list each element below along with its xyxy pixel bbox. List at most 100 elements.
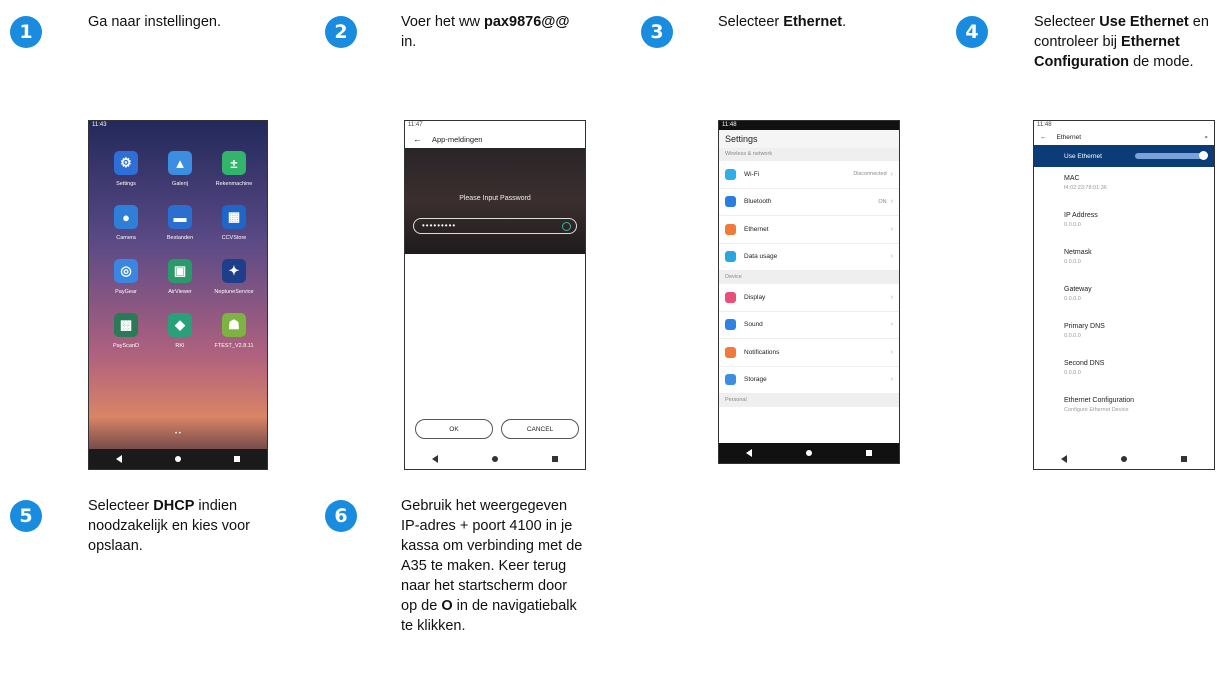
cancel-button[interactable]: CANCEL [501, 419, 579, 439]
use-ethernet-toggle-row[interactable]: Use Ethernet [1034, 145, 1214, 167]
ethernet-item-value: 0.0.0.0 [1064, 222, 1081, 228]
status-bar: 11:47 [405, 121, 585, 130]
home-nav-icon[interactable] [174, 456, 181, 462]
settings-item-wi-fi[interactable]: Wi-Fi Disconnected › [719, 161, 899, 189]
ethernet-item-value: 0.0.0.0 [1064, 370, 1081, 376]
settings-item-bluetooth[interactable]: Bluetooth ON › [719, 189, 899, 216]
ethernet-item-gateway[interactable]: Gateway 0.0.0.0 [1034, 278, 1214, 315]
settings-item-display[interactable]: Display › [719, 284, 899, 312]
home-nav-icon[interactable] [806, 450, 812, 456]
step-1-text: Ga naar instellingen. [88, 12, 288, 32]
chevron-right-icon: › [890, 376, 893, 384]
ethernet-item-label: IP Address [1064, 212, 1098, 219]
app-grid: ⚙ Settings ▲ Galerij ± Rekenmachine ● Camera ▬ Be… [99, 151, 261, 349]
app-label: Camera [116, 235, 136, 241]
back-nav-icon[interactable] [115, 455, 122, 463]
back-arrow-icon[interactable]: ← [1040, 134, 1047, 141]
paygear-icon: ◎ [114, 259, 138, 283]
navigation-bar [719, 443, 899, 463]
settings-item-storage[interactable]: Storage › [719, 367, 899, 394]
app-ftest-v2-8-11[interactable]: ☗ FTEST_V2.8.11 [207, 313, 261, 349]
app-label: Rekenmachine [215, 181, 253, 187]
android-rki-icon: ◆ [168, 313, 192, 337]
back-nav-icon[interactable] [1061, 455, 1067, 463]
display-icon [725, 291, 736, 303]
app-rekenmachine[interactable]: ± Rekenmachine [207, 151, 261, 187]
settings-item-sound[interactable]: Sound › [719, 312, 899, 339]
ethernet-item-label: Ethernet Configuration [1064, 397, 1135, 404]
app-camera[interactable]: ● Camera [99, 205, 153, 241]
search-icon[interactable]: ⌕ [1204, 134, 1208, 142]
app-label: PayGear [115, 289, 137, 295]
app-label: FTEST_V2.8.11 [214, 343, 254, 349]
app-label: AirViewer [168, 289, 192, 295]
settings-item-ethernet[interactable]: Ethernet › [719, 216, 899, 244]
password-input[interactable]: ••••••••• [413, 218, 577, 234]
app-galerij[interactable]: ▲ Galerij [153, 151, 207, 187]
use-ethernet-label: Use Ethernet [1064, 152, 1102, 160]
step-bold-text: Ethernet [783, 14, 843, 30]
ethernet-icon [725, 223, 736, 235]
status-time: 11:48 [722, 122, 737, 128]
step-2-text: Voer het ww pax9876@@ in. [401, 12, 571, 52]
settings-item-label: Display [744, 293, 766, 301]
pax-icon: ✦ [222, 259, 246, 283]
settings-item-data-usage[interactable]: Data usage › [719, 244, 899, 271]
step-bold-text: Use Ethernet [1099, 14, 1189, 30]
back-arrow-icon[interactable]: ← [413, 134, 422, 144]
sound-icon [725, 319, 736, 331]
recents-nav-icon[interactable] [866, 450, 872, 456]
ethernet-item-label: Netmask [1064, 249, 1092, 256]
back-nav-icon[interactable] [746, 449, 752, 457]
ethernet-item-ip-address[interactable]: IP Address 0.0.0.0 [1034, 204, 1214, 241]
settings-item-label: Ethernet [744, 225, 769, 233]
ethernet-item-second-dns[interactable]: Second DNS 0.0.0.0 [1034, 352, 1214, 389]
settings-item-label: Sound [744, 321, 763, 329]
step-text-part: Voer het ww [401, 14, 485, 30]
check-icon [562, 222, 571, 231]
camera-icon: ● [114, 205, 138, 229]
password-prompt: Please Input Password [459, 195, 531, 202]
ethernet-item-netmask[interactable]: Netmask 0.0.0.0 [1034, 241, 1214, 278]
status-time: 11:48 [1037, 122, 1052, 128]
chevron-right-icon: › [890, 198, 893, 206]
step-bold-text: DHCP [153, 498, 195, 514]
ok-button[interactable]: OK [415, 419, 493, 439]
home-nav-icon[interactable] [492, 456, 498, 462]
app-paygear[interactable]: ◎ PayGear [99, 259, 153, 295]
home-nav-icon[interactable] [1121, 456, 1127, 462]
step-number-badge: 2 [325, 16, 357, 48]
step-text-part: de mode. [1129, 54, 1194, 70]
step-text-part: Gebruik het weergegeven IP-adres + poort… [401, 498, 583, 614]
app-neptuneservice[interactable]: ✦ NeptuneService [207, 259, 261, 295]
settings-item-notifications[interactable]: Notifications › [719, 339, 899, 367]
step-6-text: Gebruik het weergegeven IP-adres + poort… [401, 496, 586, 636]
recents-nav-icon[interactable] [234, 456, 241, 462]
settings-item-label: Data usage [744, 253, 778, 261]
ethernet-item-primary-dns[interactable]: Primary DNS 0.0.0.0 [1034, 315, 1214, 352]
step-number-badge: 3 [641, 16, 673, 48]
ethernet-item-ethernet-configuration[interactable]: Ethernet Configuration Configure Ethernet… [1034, 389, 1214, 426]
app-settings[interactable]: ⚙ Settings [99, 151, 153, 187]
app-rki[interactable]: ◆ RKI [153, 313, 207, 349]
store-icon: ▦ [222, 205, 246, 229]
app-label: RKI [175, 343, 185, 349]
app-airviewer[interactable]: ▣ AirViewer [153, 259, 207, 295]
notifications-icon [725, 346, 736, 358]
bluetooth-icon [725, 196, 736, 208]
status-time: 11:43 [92, 122, 107, 128]
settings-title: Settings [719, 130, 899, 148]
recents-nav-icon[interactable] [1181, 456, 1187, 462]
app-ccvstore[interactable]: ▦ CCVStore [207, 205, 261, 241]
recents-nav-icon[interactable] [552, 456, 558, 462]
navigation-bar [405, 449, 585, 469]
settings-item-label: Wi-Fi [744, 170, 760, 178]
ethernet-item-mac[interactable]: MAC f4:02:23:78:01:36 [1034, 167, 1214, 204]
back-nav-icon[interactable] [432, 455, 438, 463]
ethernet-item-label: Gateway [1064, 286, 1092, 293]
phone-homescreen-screenshot: 11:43 ⚙ Settings ▲ Galerij ± Rekenmachine ● Cam… [88, 120, 268, 470]
app-bestanden[interactable]: ▬ Bestanden [153, 205, 207, 241]
app-payscand[interactable]: ▩ PayScanD [99, 313, 153, 349]
toggle-switch[interactable] [1135, 151, 1208, 160]
phone-settings-screenshot: 11:48 Settings Wireless & network Wi-Fi Di… [718, 120, 900, 464]
